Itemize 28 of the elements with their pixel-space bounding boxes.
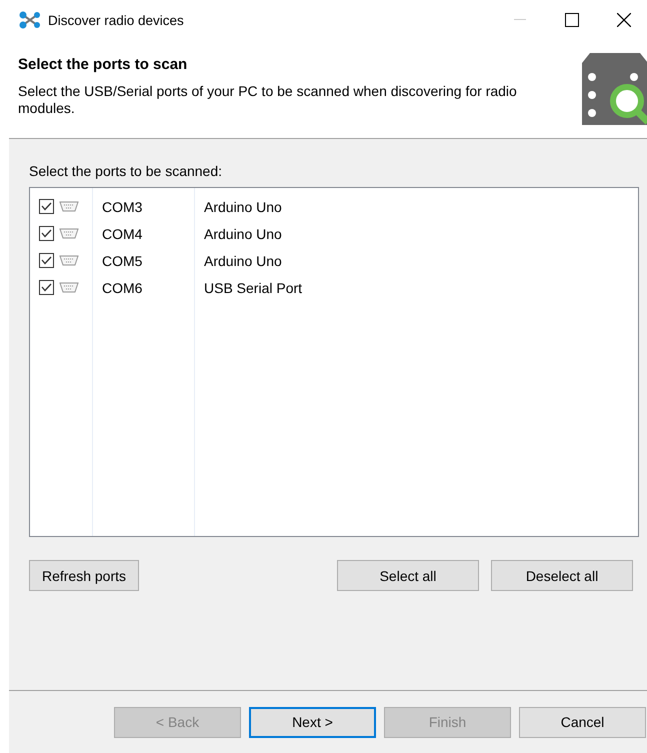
ports-label: Select the ports to be scanned: [29,163,224,179]
selection-button[interactable]: Deselect all [491,560,633,591]
port-description: Arduino Uno [204,198,282,214]
port-name: COM5 [102,252,142,268]
port-description: Arduino Uno [204,226,282,242]
page-description: Select the USB/Serial ports of your PC to be scanned when discovering for radio modules. [18,83,518,117]
serial-port-icon [59,255,79,266]
maximize-icon[interactable] [565,13,579,27]
serial-port-icon [59,228,79,239]
wizard-button[interactable]: Cancel [519,706,646,738]
port-name: COM3 [102,198,142,214]
selection-button[interactable]: Select all [337,560,479,591]
close-icon[interactable] [617,13,631,27]
serial-port-icon [59,201,79,212]
refresh-button[interactable]: Refresh ports [29,560,139,591]
port-name: COM4 [102,226,142,242]
port-name: COM6 [102,280,142,296]
port-checkbox[interactable] [39,253,54,268]
window-title: Discover radio devices [48,12,185,28]
port-checkbox[interactable] [39,199,54,214]
network-nodes-icon [18,11,42,29]
port-description: USB Serial Port [204,280,302,296]
port-checkbox[interactable] [39,280,54,295]
serial-port-icon [59,282,79,293]
page-title: Select the ports to scan [18,56,188,73]
wizard-button[interactable]: Next > [249,706,376,738]
port-description: Arduino Uno [204,252,282,268]
port-checkbox[interactable] [39,226,54,241]
